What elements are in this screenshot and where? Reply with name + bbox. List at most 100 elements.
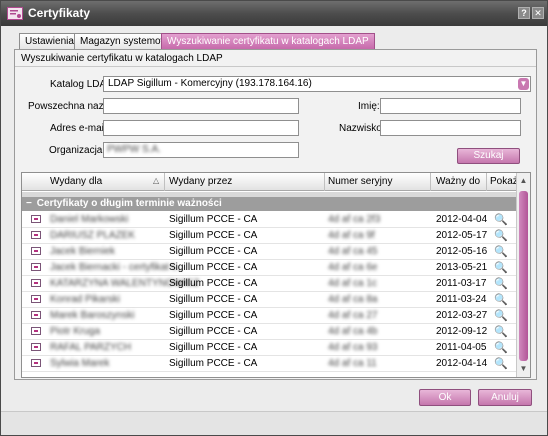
column-header-show[interactable]: Pokaż: [490, 176, 518, 187]
issued-by-cell: Sigillum PCCE - CA: [169, 358, 258, 369]
organization-input[interactable]: PWPW S.A.: [103, 142, 299, 158]
table-row[interactable]: Sylwia Marek Sigillum PCCE - CA 4d af ca 1…: [22, 356, 516, 372]
tab-settings[interactable]: Ustawienia: [19, 33, 80, 50]
certificate-icon: [31, 343, 41, 351]
certificate-icon: [31, 327, 41, 335]
certificate-icon: [31, 295, 41, 303]
table-row[interactable]: Daniel Markowski Sigillum PCCE - CA 4d af …: [22, 212, 516, 228]
certificate-icon: [31, 231, 41, 239]
tab-ldap-search[interactable]: Wyszukiwanie certyfikatu w katalogach LD…: [161, 33, 375, 50]
cancel-button[interactable]: Anuluj: [478, 389, 532, 406]
issued-by-cell: Sigillum PCCE - CA: [169, 230, 258, 241]
title-bar[interactable]: Certyfikaty ? ✕: [1, 1, 547, 26]
search-button[interactable]: Szukaj: [457, 148, 520, 164]
certificate-icon: [31, 247, 41, 255]
close-button[interactable]: ✕: [532, 7, 544, 19]
magnifier-icon[interactable]: 🔍: [494, 357, 508, 370]
table-header: Wydany dla △ Wydany przez Numer seryjny …: [22, 173, 518, 191]
magnifier-icon[interactable]: 🔍: [494, 261, 508, 274]
issued-by-cell: Sigillum PCCE - CA: [169, 310, 258, 321]
column-divider[interactable]: [164, 173, 165, 191]
last-name-label: Nazwisko:: [339, 123, 385, 134]
magnifier-icon[interactable]: 🔍: [494, 309, 508, 322]
serial-cell: 4d af ca 93: [328, 342, 378, 353]
issued-to-cell: Jacek Biernacki - certyfikat t...: [50, 262, 183, 273]
certificate-icon: [31, 279, 41, 287]
ldap-search-panel: Wyszukiwanie certyfikatu w katalogach LD…: [14, 49, 537, 380]
issued-to-cell: Sylwia Marek: [50, 358, 110, 369]
magnifier-icon[interactable]: 🔍: [494, 277, 508, 290]
certificates-table: Wydany dla △ Wydany przez Numer seryjny …: [21, 172, 531, 378]
valid-to-cell: 2012-05-16: [436, 246, 488, 257]
magnifier-icon[interactable]: 🔍: [494, 325, 508, 338]
table-row[interactable]: KATARZYNA WALENTYNOWICZ Sigillum PCCE - C…: [22, 276, 516, 292]
panel-divider: [15, 66, 536, 67]
common-name-input[interactable]: [103, 98, 299, 114]
serial-cell: 4d af ca 2f3: [328, 214, 381, 225]
issued-by-cell: Sigillum PCCE - CA: [169, 246, 258, 257]
serial-cell: 4d af ca 9f: [328, 230, 375, 241]
column-header-issued-by[interactable]: Wydany przez: [169, 176, 232, 187]
issued-by-cell: Sigillum PCCE - CA: [169, 262, 258, 273]
magnifier-icon[interactable]: 🔍: [494, 341, 508, 354]
table-row[interactable]: Marek Baroszynski Sigillum PCCE - CA 4d af…: [22, 308, 516, 324]
certificates-window: Certyfikaty ? ✕ Ustawienia Magazyn syste…: [0, 0, 548, 436]
issued-to-cell: Marek Baroszynski: [50, 310, 135, 321]
table-row[interactable]: DARIUSZ PLAZEK Sigillum PCCE - CA 4d af ca…: [22, 228, 516, 244]
column-header-valid-to[interactable]: Ważny do: [436, 176, 480, 187]
table-row[interactable]: Jacek Biernacki - certyfikat t... Sigillu…: [22, 260, 516, 276]
table-row[interactable]: Jacek Bierniek Sigillum PCCE - CA 4d af ca…: [22, 244, 516, 260]
help-button[interactable]: ?: [518, 7, 530, 19]
issued-by-cell: Sigillum PCCE - CA: [169, 342, 258, 353]
scroll-up-icon[interactable]: ▲: [518, 175, 529, 186]
group-label: Certyfikaty o długim terminie ważności: [36, 198, 222, 209]
issued-by-cell: Sigillum PCCE - CA: [169, 278, 258, 289]
column-divider[interactable]: [430, 173, 431, 191]
group-header-long-validity[interactable]: − Certyfikaty o długim terminie ważności: [22, 197, 516, 211]
issued-by-cell: Sigillum PCCE - CA: [169, 326, 258, 337]
issued-to-cell: DARIUSZ PLAZEK: [50, 230, 136, 241]
column-header-serial[interactable]: Numer seryjny: [328, 176, 392, 187]
valid-to-cell: 2012-05-17: [436, 230, 488, 241]
serial-cell: 4d af ca 45: [328, 246, 378, 257]
email-label: Adres e-mail:: [50, 123, 109, 134]
table-row[interactable]: RAFAL PARZYCH Sigillum PCCE - CA 4d af ca …: [22, 340, 516, 356]
certificate-icon: [31, 215, 41, 223]
magnifier-icon[interactable]: 🔍: [494, 213, 508, 226]
first-name-label: Imię:: [358, 101, 380, 112]
last-name-input[interactable]: [380, 120, 521, 136]
chevron-down-icon[interactable]: ▼: [518, 78, 529, 90]
column-header-issued-to[interactable]: Wydany dla: [50, 176, 102, 187]
magnifier-icon[interactable]: 🔍: [494, 245, 508, 258]
column-divider[interactable]: [486, 173, 487, 191]
certificate-icon: [31, 359, 41, 367]
serial-cell: 4d af ca 4b: [328, 326, 378, 337]
table-row[interactable]: Piotr Kruga Sigillum PCCE - CA 4d af ca 4b…: [22, 324, 516, 340]
serial-cell: 4d af ca 27: [328, 310, 378, 321]
ldap-catalog-value: LDAP Sigillum - Komercyjny (193.178.164.…: [108, 78, 312, 89]
first-name-input[interactable]: [380, 98, 521, 114]
magnifier-icon[interactable]: 🔍: [494, 229, 508, 242]
issued-to-cell: Konrad Pikarski: [50, 294, 121, 305]
collapse-icon[interactable]: −: [26, 197, 34, 211]
issued-to-cell: Jacek Bierniek: [50, 246, 116, 257]
ok-button[interactable]: Ok: [419, 389, 471, 406]
organization-value: PWPW S.A.: [107, 144, 161, 155]
valid-to-cell: 2012-09-12: [436, 326, 488, 337]
table-row[interactable]: Konrad Pikarski Sigillum PCCE - CA 4d af c…: [22, 292, 516, 308]
email-input[interactable]: [103, 120, 299, 136]
scroll-down-icon[interactable]: ▼: [518, 363, 529, 374]
serial-cell: 4d af ca 8a: [328, 294, 378, 305]
serial-cell: 4d af ca 1c: [328, 278, 377, 289]
sort-arrow-icon: △: [153, 176, 160, 185]
magnifier-icon[interactable]: 🔍: [494, 293, 508, 306]
issued-to-cell: Daniel Markowski: [50, 214, 129, 225]
table-rows: Daniel Markowski Sigillum PCCE - CA 4d af …: [22, 212, 516, 372]
scrollbar-thumb[interactable]: [519, 191, 528, 361]
serial-cell: 4d af ca 11: [328, 358, 377, 369]
column-divider[interactable]: [324, 173, 325, 191]
valid-to-cell: 2011-04-05: [436, 342, 487, 353]
certificate-icon: [31, 311, 41, 319]
vertical-scrollbar[interactable]: ▲ ▼: [516, 173, 530, 377]
ldap-catalog-select[interactable]: LDAP Sigillum - Komercyjny (193.178.164.…: [103, 76, 531, 92]
